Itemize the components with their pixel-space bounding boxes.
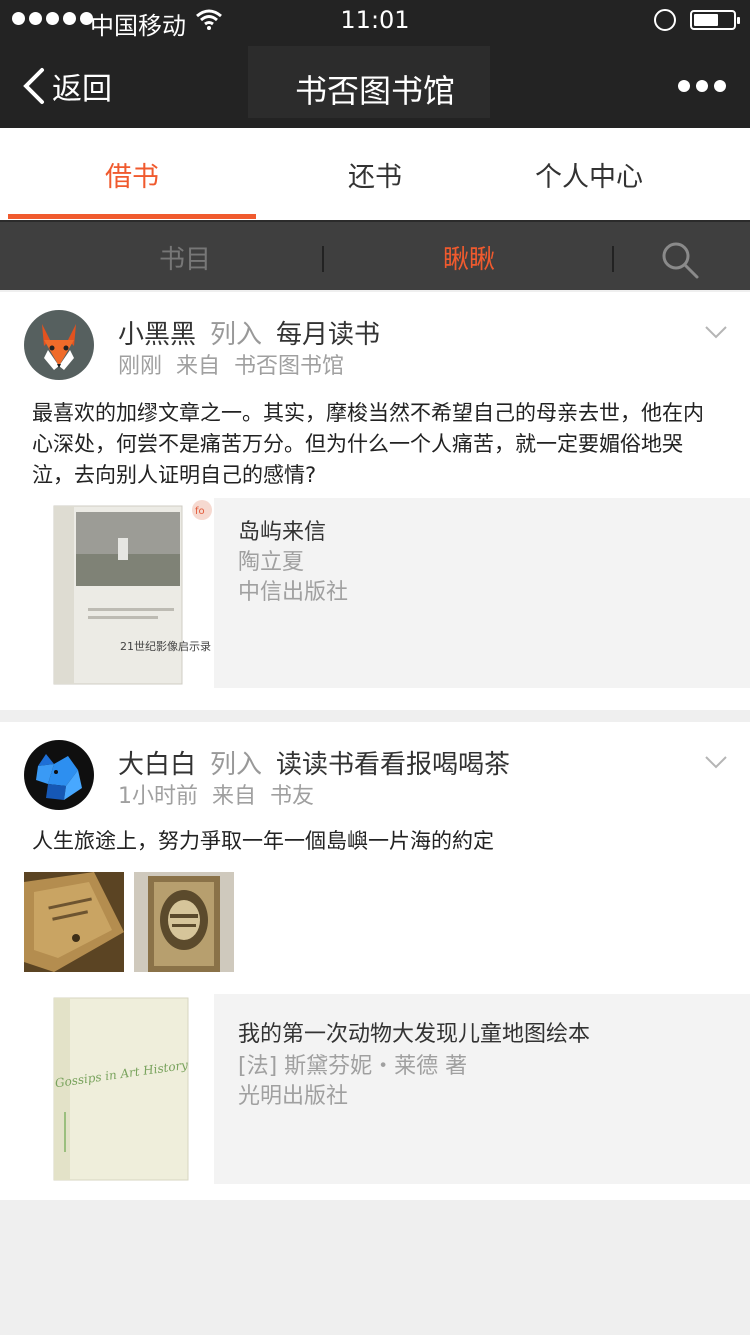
subnav-browse[interactable]: 瞅瞅 — [324, 222, 614, 292]
from-label: 来自 — [176, 354, 221, 379]
nav-bar: 返回 书否图书馆 — [0, 42, 750, 128]
action-verb: 列入 — [210, 320, 263, 350]
activity-line: 大白白 列入 读读书看看报喝喝茶 — [118, 744, 510, 781]
book-cover: 21世纪影像启示录 fo — [24, 498, 214, 688]
book-cover-image: 21世纪影像启示录 fo — [24, 498, 214, 688]
action-verb: 列入 — [210, 750, 263, 780]
post-time: 1小时前 — [118, 784, 198, 809]
battery-icon — [690, 10, 740, 30]
post-source[interactable]: 书否图书馆 — [234, 354, 344, 379]
list-name[interactable]: 读读书看看报喝喝茶 — [276, 750, 510, 780]
old-book-photo — [24, 872, 124, 972]
chevron-down-icon[interactable] — [704, 755, 728, 769]
avatar[interactable] — [24, 740, 94, 810]
subnav-catalog[interactable]: 书目 — [48, 222, 322, 292]
divider — [612, 246, 614, 272]
bear-avatar-image — [24, 740, 94, 810]
chevron-down-icon[interactable] — [704, 325, 728, 339]
active-tab-indicator — [8, 214, 256, 219]
book-title: 岛屿来信 — [238, 520, 327, 545]
book-card[interactable]: 21世纪影像启示录 fo 岛屿来信 陶立夏 中信出版社 — [24, 498, 750, 688]
sub-nav: 书目 瞅瞅 — [0, 220, 750, 290]
vintage-book-photo — [134, 872, 234, 972]
post-photo[interactable] — [24, 872, 124, 972]
status-bar: 中国移动 11:01 — [0, 0, 750, 42]
more-menu-icon[interactable] — [678, 80, 726, 92]
tab-borrow[interactable]: 借书 — [8, 128, 256, 220]
tab-return[interactable]: 还书 — [262, 128, 488, 220]
list-name[interactable]: 每月读书 — [276, 320, 380, 350]
fox-avatar-image — [24, 310, 94, 380]
book-card[interactable]: Gossips in Art History 我的第一次动物大发现儿童地图绘本 … — [24, 994, 750, 1184]
rotation-lock-icon — [654, 9, 676, 31]
post-text: 最喜欢的加缪文章之一。其实，摩梭当然不希望自己的母亲去世，他在内心深处，何尝不是… — [32, 401, 704, 487]
book-title: 我的第一次动物大发现儿童地图绘本 — [238, 1022, 591, 1047]
book-author: [法] 斯黛芬妮・莱德 著 — [238, 1054, 468, 1079]
user-name[interactable]: 大白白 — [118, 750, 196, 780]
book-cover: Gossips in Art History — [24, 994, 214, 1184]
page-title: 书否图书馆 — [294, 72, 455, 110]
meta-line: 刚刚 来自 书否图书馆 — [118, 348, 358, 380]
post-time: 刚刚 — [118, 354, 163, 379]
post-source[interactable]: 书友 — [270, 784, 314, 809]
from-label: 来自 — [212, 784, 257, 809]
clock: 11:01 — [340, 6, 410, 34]
meta-line: 1小时前 来自 书友 — [118, 778, 328, 810]
search-icon[interactable] — [660, 240, 700, 280]
avatar[interactable] — [24, 310, 94, 380]
activity-line: 小黑黑 列入 每月读书 — [118, 314, 380, 351]
cover-caption: 21世纪影像启示录 — [120, 640, 211, 653]
book-publisher: 中信出版社 — [238, 580, 349, 605]
post-photo[interactable] — [134, 872, 234, 972]
post-text: 人生旅途上，努力爭取一年一個島嶼一片海的約定 — [32, 829, 494, 853]
feed-card: 小黑黑 列入 每月读书 刚刚 来自 书否图书馆 最喜欢的加缪文章之一。其实，摩梭当然不希… — [0, 292, 750, 710]
tab-profile[interactable]: 个人中心 — [488, 128, 690, 220]
cover-badge: fo — [195, 506, 205, 517]
top-bar: 中国移动 11:01 返回 书否图书馆 — [0, 0, 750, 128]
book-publisher: 光明出版社 — [238, 1084, 349, 1109]
feed-card: 大白白 列入 读读书看看报喝喝茶 1小时前 来自 书友 人生旅途上，努力爭取一年一個島嶼… — [0, 722, 750, 1200]
main-tabs: 借书 还书 个人中心 — [0, 128, 750, 220]
book-cover-image: Gossips in Art History — [24, 994, 214, 1184]
user-name[interactable]: 小黑黑 — [118, 320, 196, 350]
book-author: 陶立夏 — [238, 550, 305, 575]
